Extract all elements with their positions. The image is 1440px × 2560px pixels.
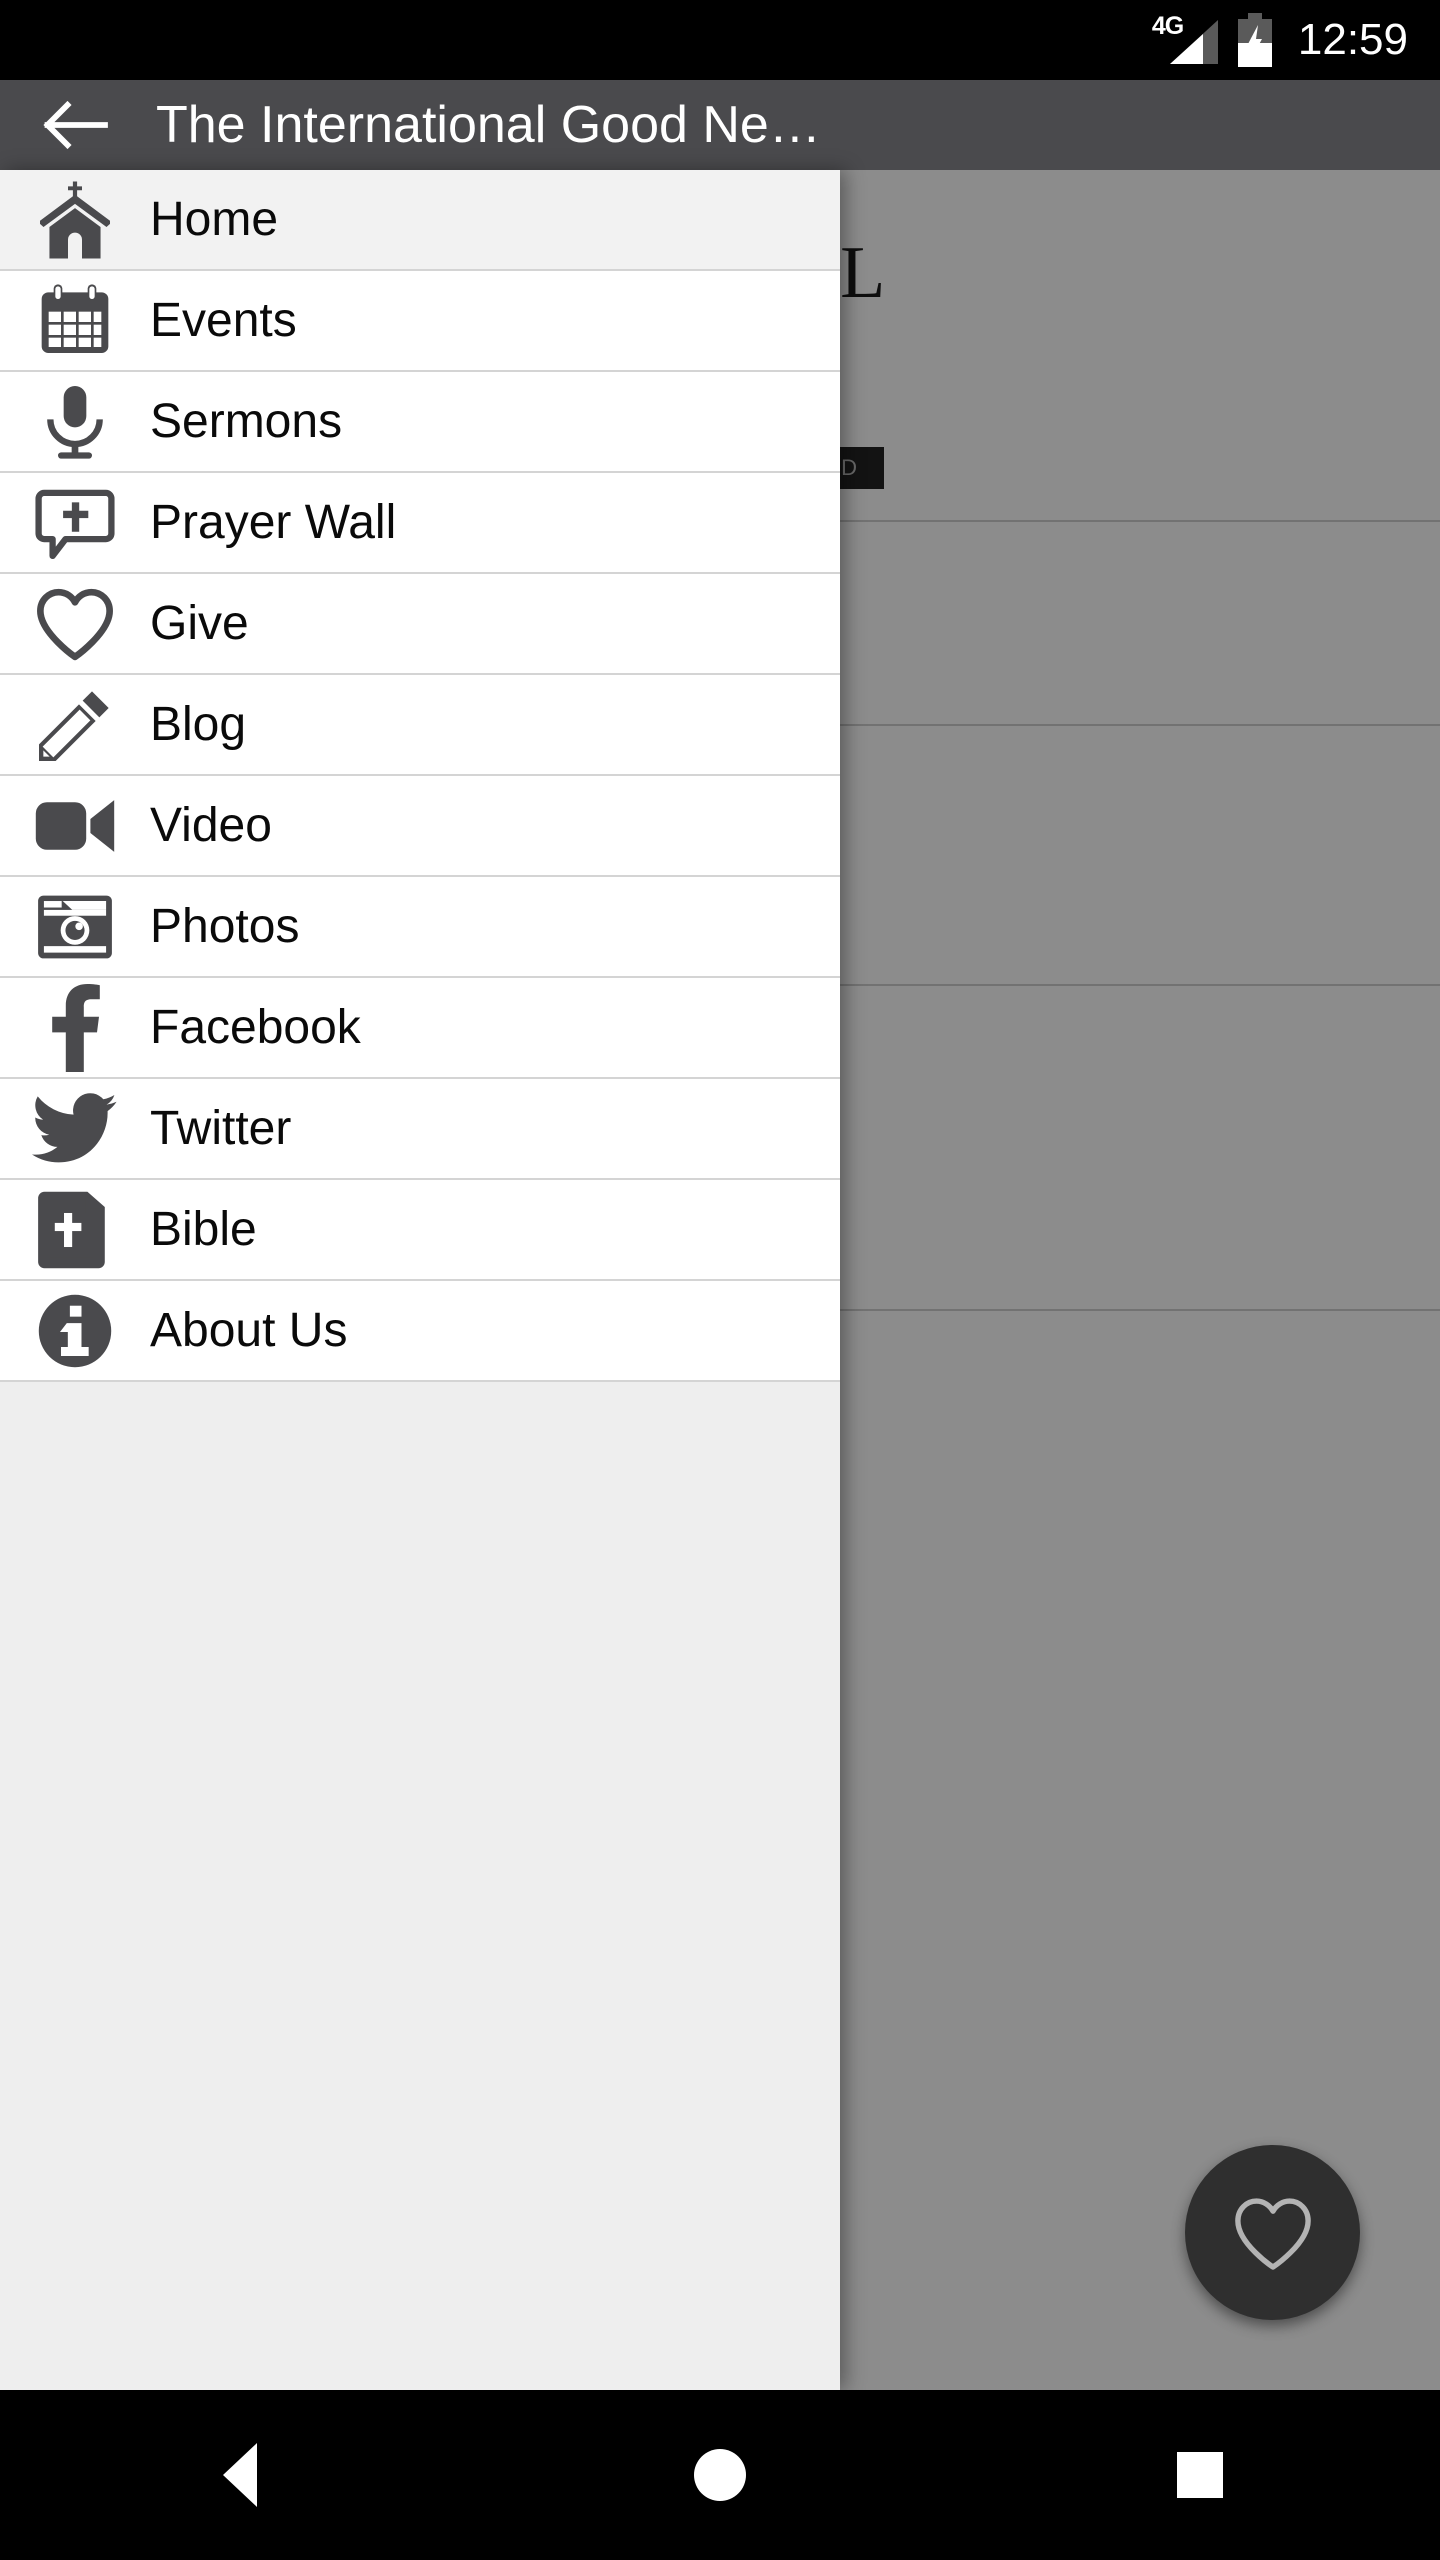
drawer-item-home[interactable]: Home <box>0 170 840 271</box>
church-icon <box>0 169 150 270</box>
nav-home-button[interactable] <box>620 2390 820 2560</box>
drawer-item-label: Give <box>150 597 249 650</box>
video-camera-icon <box>0 775 150 876</box>
facebook-icon <box>0 977 150 1078</box>
phone-screen: 4G 12:59 ATIONAL EWS I N C . UNTERS WITH… <box>0 0 1440 2560</box>
charging-bolt-icon <box>1247 25 1262 59</box>
drawer-item-label: Facebook <box>150 1001 361 1054</box>
drawer-item-video[interactable]: Video <box>0 776 840 877</box>
signal-bars-icon: 4G <box>1152 12 1220 66</box>
battery-charging-icon <box>1237 13 1272 67</box>
info-circle-icon <box>0 1280 150 1381</box>
drawer-item-photos[interactable]: Photos <box>0 877 840 978</box>
drawer-item-label: Bible <box>150 1203 257 1256</box>
drawer-item-events[interactable]: Events <box>0 271 840 372</box>
calendar-icon <box>0 270 150 371</box>
system-navigation-bar <box>0 2390 1440 2560</box>
drawer-item-label: Video <box>150 799 272 852</box>
drawer-item-label: Twitter <box>150 1102 292 1155</box>
nav-back-button[interactable] <box>140 2390 340 2560</box>
signal-triangle-fill <box>1169 34 1203 64</box>
app-bar-right-section <box>840 80 1440 170</box>
status-bar: 4G 12:59 <box>0 0 1440 80</box>
status-bar-right: 4G 12:59 <box>1152 12 1440 67</box>
nav-home-circle-icon <box>694 2449 746 2501</box>
nav-recents-button[interactable] <box>1100 2390 1300 2560</box>
nav-back-triangle-icon <box>223 2443 257 2507</box>
camera-icon <box>0 876 150 977</box>
drawer-item-label: About Us <box>150 1304 348 1357</box>
drawer-item-facebook[interactable]: Facebook <box>0 978 840 1079</box>
favorite-fab[interactable] <box>1185 2145 1360 2320</box>
drawer-item-about-us[interactable]: About Us <box>0 1281 840 1382</box>
twitter-bird-icon <box>0 1078 150 1179</box>
drawer-item-label: Home <box>150 193 279 246</box>
pencil-icon <box>0 674 150 775</box>
heart-outline-icon <box>1234 2197 1311 2270</box>
back-arrow-icon <box>43 100 108 150</box>
status-bar-clock: 12:59 <box>1297 15 1408 64</box>
microphone-icon <box>0 371 150 472</box>
back-button[interactable] <box>0 80 150 170</box>
drawer-item-twitter[interactable]: Twitter <box>0 1079 840 1180</box>
drawer-item-blog[interactable]: Blog <box>0 675 840 776</box>
nav-recents-square-icon <box>1177 2452 1223 2498</box>
navigation-drawer: Home Events Sermons Prayer Wall Give Blo… <box>0 170 840 2560</box>
drawer-item-give[interactable]: Give <box>0 574 840 675</box>
drawer-item-label: Events <box>150 294 297 347</box>
drawer-footer-spacer <box>0 1382 840 2560</box>
drawer-item-bible[interactable]: Bible <box>0 1180 840 1281</box>
drawer-item-label: Blog <box>150 698 247 751</box>
drawer-item-label: Photos <box>150 900 300 953</box>
heart-outline-icon <box>0 573 150 674</box>
drawer-item-sermons[interactable]: Sermons <box>0 372 840 473</box>
drawer-item-prayer-wall[interactable]: Prayer Wall <box>0 473 840 574</box>
speech-bubble-cross-icon <box>0 472 150 573</box>
drawer-item-label: Sermons <box>150 395 343 448</box>
drawer-item-label: Prayer Wall <box>150 496 397 549</box>
bible-book-icon <box>0 1179 150 1280</box>
